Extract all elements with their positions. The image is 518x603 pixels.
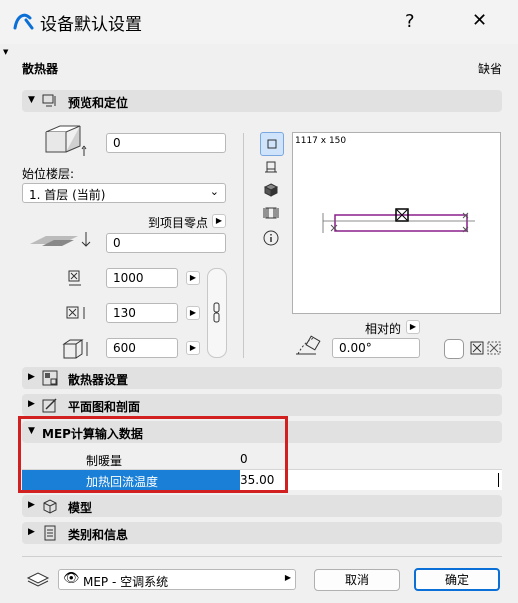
height-field[interactable]: 600: [106, 338, 178, 358]
home-story-label: 始位楼层:: [22, 167, 75, 181]
collapsed-arrow-icon: ▶: [28, 399, 35, 409]
rotation-angle-icon: [294, 334, 324, 358]
to-project-zero-arrow[interactable]: ▶: [212, 214, 226, 228]
depth-icon: [66, 305, 90, 321]
section-preview-header[interactable]: ▼ 预览和定位: [22, 90, 502, 112]
collapsed-arrow-icon: ▶: [28, 372, 35, 382]
project-zero-field[interactable]: 0: [106, 233, 226, 253]
section-view-icon: [265, 161, 277, 173]
highlight-callout: [18, 416, 288, 493]
object-name: 散热器: [22, 62, 59, 76]
model-cube-icon: [42, 498, 58, 514]
divider: [243, 133, 244, 358]
layer-value: MEP - 空调系统: [83, 575, 169, 589]
relative-label: 相对的: [365, 322, 402, 336]
collapse-toggle-icon[interactable]: ▼: [3, 48, 8, 56]
top-offset-field[interactable]: 0: [106, 133, 226, 153]
width-field[interactable]: 1000: [106, 268, 178, 288]
link-dimensions-button[interactable]: [207, 268, 227, 358]
width-icon: [68, 270, 82, 288]
chain-link-icon: [213, 302, 220, 323]
height-icon: [62, 338, 92, 360]
plan-section-icon: [42, 397, 58, 413]
depth-field[interactable]: 130: [106, 303, 178, 323]
cube-icon: [264, 183, 278, 197]
text-cursor: [498, 473, 499, 487]
preview-canvas[interactable]: 1117 x 150: [292, 132, 501, 314]
app-logo-icon: [12, 10, 34, 32]
eye-icon: 👁: [63, 571, 80, 586]
view-3d-button[interactable]: [260, 179, 282, 201]
mirror-toggle[interactable]: [444, 339, 464, 359]
help-button[interactable]: ?: [405, 11, 415, 32]
cancel-button[interactable]: 取消: [314, 569, 400, 591]
section-model-label: 模型: [68, 501, 93, 515]
angle-field[interactable]: 0.00°: [332, 338, 420, 358]
radiator-settings-icon: [42, 370, 58, 386]
to-project-zero-label: 到项目零点: [148, 216, 209, 230]
width-arrow[interactable]: ▶: [186, 271, 200, 285]
project-zero-icon: [28, 230, 92, 254]
view-section-button[interactable]: [260, 156, 282, 178]
home-story-select[interactable]: 1. 首层 (当前) ⌄: [22, 183, 226, 203]
section-preview-label: 预览和定位: [68, 96, 129, 110]
relative-arrow[interactable]: ▶: [406, 320, 420, 334]
expanded-arrow-icon: ▼: [28, 95, 35, 105]
window-title: 设备默认设置: [40, 15, 142, 35]
section-category-header[interactable]: ▶ 类别和信息: [22, 522, 502, 544]
view-elevation-button[interactable]: [260, 202, 282, 224]
ok-button[interactable]: 确定: [414, 568, 500, 591]
view-plan-button[interactable]: [260, 132, 284, 156]
info-button[interactable]: [260, 227, 282, 249]
info-icon: [263, 230, 279, 246]
height-arrow[interactable]: ▶: [186, 341, 200, 355]
section-model-header[interactable]: ▶ 模型: [22, 495, 502, 517]
section-plan-section-header[interactable]: ▶ 平面图和剖面: [22, 394, 502, 416]
chevron-down-icon: ⌄: [209, 185, 219, 198]
preview-position-icon: [42, 93, 58, 109]
layer-select[interactable]: 👁 MEP - 空调系统 ▶: [58, 569, 296, 590]
dropdown-arrow-icon: ▶: [284, 573, 291, 582]
home-story-value: 1. 首层 (当前): [29, 188, 106, 202]
footer-divider: [22, 556, 502, 557]
plan-view-icon: [267, 139, 277, 149]
collapsed-arrow-icon: ▶: [28, 527, 35, 537]
default-mode-label: 缺省: [478, 62, 503, 76]
section-plan-section-label: 平面图和剖面: [68, 400, 141, 414]
top-offset-icon: [42, 122, 94, 158]
mirror-dashed-icon[interactable]: [487, 341, 501, 355]
elevation-icon: [263, 207, 279, 219]
collapsed-arrow-icon: ▶: [28, 500, 35, 510]
section-radiator-settings-label: 散热器设置: [68, 373, 129, 387]
mirror-plan-icon[interactable]: [470, 341, 484, 355]
layers-icon: [26, 570, 50, 588]
section-category-label: 类别和信息: [68, 528, 129, 542]
close-button[interactable]: ✕: [472, 10, 487, 31]
section-radiator-settings-header[interactable]: ▶ 散热器设置: [22, 367, 502, 389]
category-list-icon: [42, 525, 58, 541]
radiator-plan-shape: [322, 208, 475, 233]
depth-arrow[interactable]: ▶: [186, 306, 200, 320]
